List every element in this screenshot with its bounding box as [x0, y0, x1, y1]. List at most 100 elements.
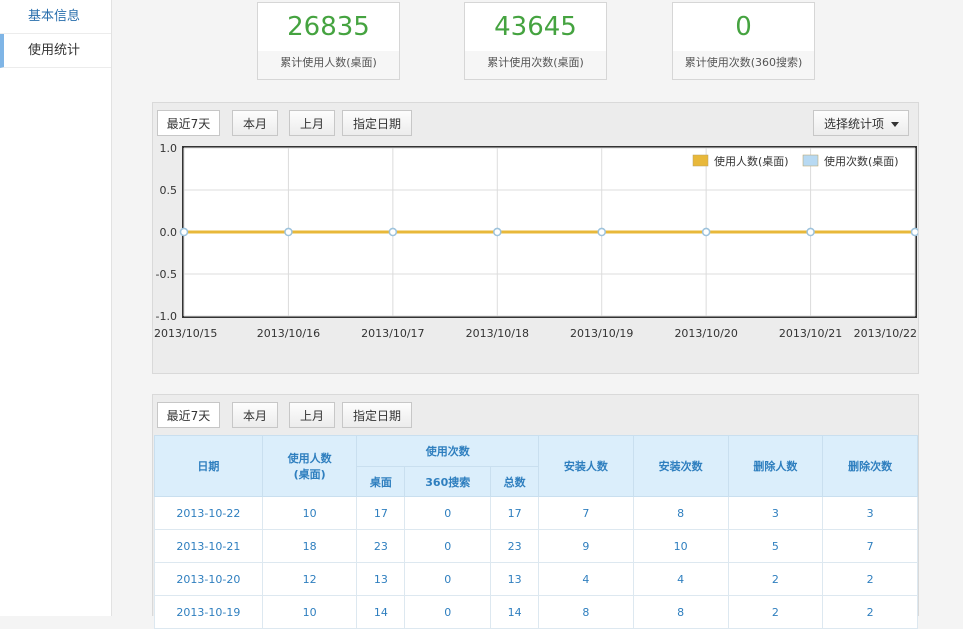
cell-install-count: 4: [632, 562, 729, 596]
data-point: [284, 227, 293, 237]
sidebar-item-basic-info[interactable]: 基本信息: [0, 0, 111, 34]
cell-install-users: 7: [538, 496, 634, 530]
cell-install-count: 8: [632, 595, 729, 629]
data-point: [597, 227, 606, 237]
legend-swatch: [692, 154, 709, 167]
cell-360: 0: [404, 496, 492, 530]
col-header-visits: 使用次数: [356, 435, 540, 467]
filter-custom-date-button[interactable]: 指定日期: [342, 402, 412, 428]
filter-custom-date-button[interactable]: 指定日期: [342, 110, 412, 136]
filter-last-month-button[interactable]: 上月: [289, 402, 335, 428]
stat-label: 累计使用次数(桌面): [465, 51, 606, 79]
col-header-users-line1: 使用人数: [287, 452, 332, 465]
cell-users: 18: [261, 529, 358, 563]
cell-desktop: 14: [356, 595, 406, 629]
x-tick-label: 2013/10/22: [854, 327, 917, 340]
cell-desktop: 23: [356, 529, 406, 563]
stat-card-360-visits: 0 累计使用次数(360搜索): [672, 2, 815, 80]
x-axis-ticks: 2013/10/15 2013/10/16 2013/10/17 2013/10/18…: [154, 327, 917, 340]
cell-users: 10: [261, 496, 358, 530]
data-point: [701, 227, 711, 237]
x-tick-label: 2013/10/17: [361, 327, 424, 340]
cell-total: 23: [490, 529, 540, 563]
legend-label: 使用次数(桌面): [824, 154, 899, 168]
y-tick-label: -0.5: [156, 268, 177, 281]
cell-total: 14: [490, 595, 540, 629]
cell-users: 12: [261, 562, 358, 596]
caret-down-icon: [891, 122, 899, 127]
table-row: 2013-10-21 18 23 0 23 9 10 5 7: [154, 529, 918, 563]
table-panel: 最近7天 本月 上月 指定日期 日期 使用人数 (桌面) 使用次数 安装人数 安…: [152, 394, 919, 629]
col-header-users-line2: (桌面): [293, 468, 326, 481]
data-point: [806, 227, 815, 237]
filter-last-month-button[interactable]: 上月: [289, 110, 335, 136]
cell-delete-users: 3: [727, 496, 824, 530]
y-tick-label: 0.5: [160, 184, 178, 197]
cell-install-users: 8: [538, 595, 634, 629]
cell-install-users: 4: [538, 562, 634, 596]
col-header-install-count: 安装次数: [632, 435, 729, 497]
stats-table: 日期 使用人数 (桌面) 使用次数 安装人数 安装次数 删除人数 删除次数 桌面…: [154, 435, 918, 629]
cell-total: 13: [490, 562, 540, 596]
table-row: 2013-10-19 10 14 0 14 8 8 2 2: [154, 595, 918, 629]
y-tick-label: 0.0: [160, 226, 178, 239]
data-point: [179, 227, 189, 237]
x-tick-label: 2013/10/15: [154, 327, 217, 340]
select-stat-dropdown[interactable]: 选择统计项: [813, 110, 909, 136]
cell-date: 2013-10-19: [154, 595, 263, 629]
sidebar-item-usage-stats[interactable]: 使用统计: [0, 34, 111, 68]
cell-360: 0: [404, 562, 492, 596]
cell-delete-count: 2: [822, 595, 918, 629]
stat-label: 累计使用人数(桌面): [258, 51, 399, 79]
cell-delete-users: 2: [727, 595, 824, 629]
cell-install-users: 9: [538, 529, 634, 563]
col-header-visits-360: 360搜索: [404, 466, 492, 497]
x-tick-label: 2013/10/19: [570, 327, 633, 340]
filter-this-month-button[interactable]: 本月: [232, 402, 278, 428]
x-tick-label: 2013/10/16: [257, 327, 320, 340]
data-point: [493, 227, 502, 237]
col-header-delete-count: 删除次数: [822, 435, 918, 497]
legend-swatch: [802, 154, 819, 167]
cell-delete-count: 2: [822, 562, 918, 596]
cell-date: 2013-10-21: [154, 529, 263, 563]
cell-date: 2013-10-20: [154, 562, 263, 596]
col-header-visits-total: 总数: [490, 466, 540, 497]
col-header-visits-desktop: 桌面: [356, 466, 406, 497]
cell-delete-users: 5: [727, 529, 824, 563]
cell-delete-users: 2: [727, 562, 824, 596]
cell-360: 0: [404, 595, 492, 629]
x-tick-label: 2013/10/21: [779, 327, 842, 340]
filter-last7-button[interactable]: 最近7天: [157, 110, 220, 136]
cell-date: 2013-10-22: [154, 496, 263, 530]
y-tick-label: -1.0: [156, 310, 177, 323]
cell-delete-count: 7: [822, 529, 918, 563]
y-axis-ticks: 1.0 0.5 0.0 -0.5 -1.0: [156, 143, 177, 323]
stat-value: 0: [735, 12, 752, 42]
stat-card-total-visits: 43645 累计使用次数(桌面): [464, 2, 607, 80]
table-row: 2013-10-22 10 17 0 17 7 8 3 3: [154, 496, 918, 530]
data-point: [388, 227, 398, 237]
cell-desktop: 13: [356, 562, 406, 596]
cell-users: 10: [261, 595, 358, 629]
cell-360: 0: [404, 529, 492, 563]
main-content: 26835 累计使用人数(桌面) 43645 累计使用次数(桌面) 0 累计使用…: [112, 0, 963, 629]
stat-card-total-users: 26835 累计使用人数(桌面): [257, 2, 400, 80]
table-row: 2013-10-20 12 13 0 13 4 4 2 2: [154, 562, 918, 596]
col-header-users: 使用人数 (桌面): [261, 435, 358, 497]
cell-desktop: 17: [356, 496, 406, 530]
legend-label: 使用人数(桌面): [714, 155, 789, 168]
filter-this-month-button[interactable]: 本月: [232, 110, 278, 136]
y-tick-label: 1.0: [160, 143, 178, 155]
chart-panel: 最近7天 本月 上月 指定日期 选择统计项 1.0 0.5 0.0 -0.5 -1.0 …: [152, 102, 919, 374]
cell-delete-count: 3: [822, 496, 918, 530]
filter-last7-button[interactable]: 最近7天: [157, 402, 220, 428]
stat-value: 43645: [494, 12, 577, 42]
data-point: [910, 227, 918, 237]
select-stat-label: 选择统计项: [824, 117, 885, 131]
x-tick-label: 2013/10/18: [466, 327, 529, 340]
stat-value: 26835: [287, 12, 370, 42]
col-header-install-users: 安装人数: [538, 435, 634, 497]
col-header-delete-users: 删除人数: [727, 435, 824, 497]
cell-install-count: 8: [632, 496, 729, 530]
